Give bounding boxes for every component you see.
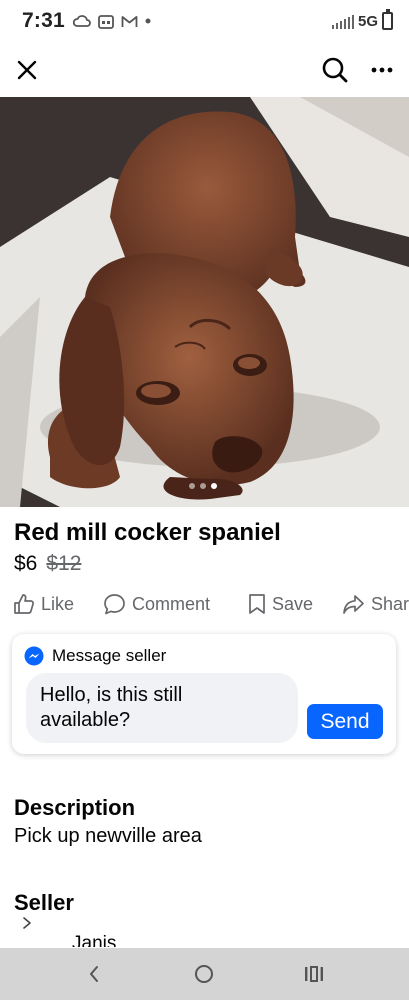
status-time: 7:31: [22, 9, 65, 32]
message-input-line: available?: [40, 709, 131, 731]
comment-button[interactable]: Comment: [103, 590, 210, 618]
battery-icon: [382, 9, 393, 30]
network-label: 5G: [357, 12, 378, 30]
message-input-line: Hello, is this still: [40, 684, 183, 706]
chevron-right-icon: [23, 917, 31, 929]
home-icon: [195, 965, 213, 983]
seller-heading: Seller: [14, 890, 74, 915]
more-icon: [371, 67, 393, 73]
cloud-icon: [72, 15, 91, 27]
price-row: $6 $12: [14, 552, 81, 576]
system-nav-bar: [0, 948, 409, 1000]
gmail-icon: [121, 15, 138, 27]
message-seller-label: Message seller: [52, 646, 167, 665]
pagination-dot: [200, 483, 206, 489]
listing-photo[interactable]: [0, 97, 409, 507]
share-icon: [343, 594, 364, 614]
like-label: Like: [41, 593, 75, 614]
status-bar: 7:31 5G: [0, 0, 409, 42]
message-seller-header: Message seller: [24, 646, 166, 666]
system-status-icons: 5G: [331, 9, 393, 30]
pagination-dot-active: [211, 483, 217, 489]
message-input[interactable]: Hello, is this still available?: [26, 673, 298, 743]
bookmark-icon: [249, 594, 265, 614]
home-button[interactable]: [191, 961, 217, 987]
dot-icon: [145, 18, 151, 24]
photo-pagination: [189, 483, 217, 489]
like-button[interactable]: Like: [13, 590, 74, 618]
seller-expand-button[interactable]: [22, 916, 32, 935]
comment-icon: [104, 593, 125, 614]
search-icon: [322, 57, 348, 83]
current-price: $6: [14, 552, 38, 575]
back-icon: [90, 966, 98, 982]
cocker-spaniel-figurine-image: [0, 97, 409, 507]
save-label: Save: [272, 593, 314, 614]
description-text: Pick up newville area: [14, 825, 202, 847]
calendar-icon: [97, 14, 114, 29]
message-seller-card: Message seller Hello, is this still avai…: [12, 634, 396, 754]
close-icon: [17, 60, 37, 80]
pagination-dot: [189, 483, 195, 489]
search-button[interactable]: [317, 52, 353, 88]
action-row: Like Comment Save Shar: [0, 590, 409, 618]
share-button[interactable]: Shar: [342, 590, 409, 618]
recents-button[interactable]: [301, 961, 327, 987]
notification-icons: [72, 14, 151, 29]
save-button[interactable]: Save: [248, 590, 313, 618]
messenger-icon: [24, 646, 44, 666]
description-heading: Description: [14, 795, 136, 820]
more-options-button[interactable]: [364, 52, 400, 88]
thumbs-up-icon: [14, 594, 34, 614]
send-button[interactable]: Send: [307, 704, 383, 739]
listing-title: Red mill cocker spaniel: [14, 519, 281, 546]
seller-name[interactable]: Janis: [72, 933, 116, 947]
close-button[interactable]: [9, 52, 45, 88]
comment-label: Comment: [132, 593, 211, 614]
back-button[interactable]: [81, 961, 107, 987]
signal-icon: [331, 13, 354, 29]
recents-icon: [305, 966, 323, 982]
original-price: $12: [46, 552, 82, 575]
share-label: Shar: [371, 593, 409, 614]
top-nav: [0, 46, 409, 94]
